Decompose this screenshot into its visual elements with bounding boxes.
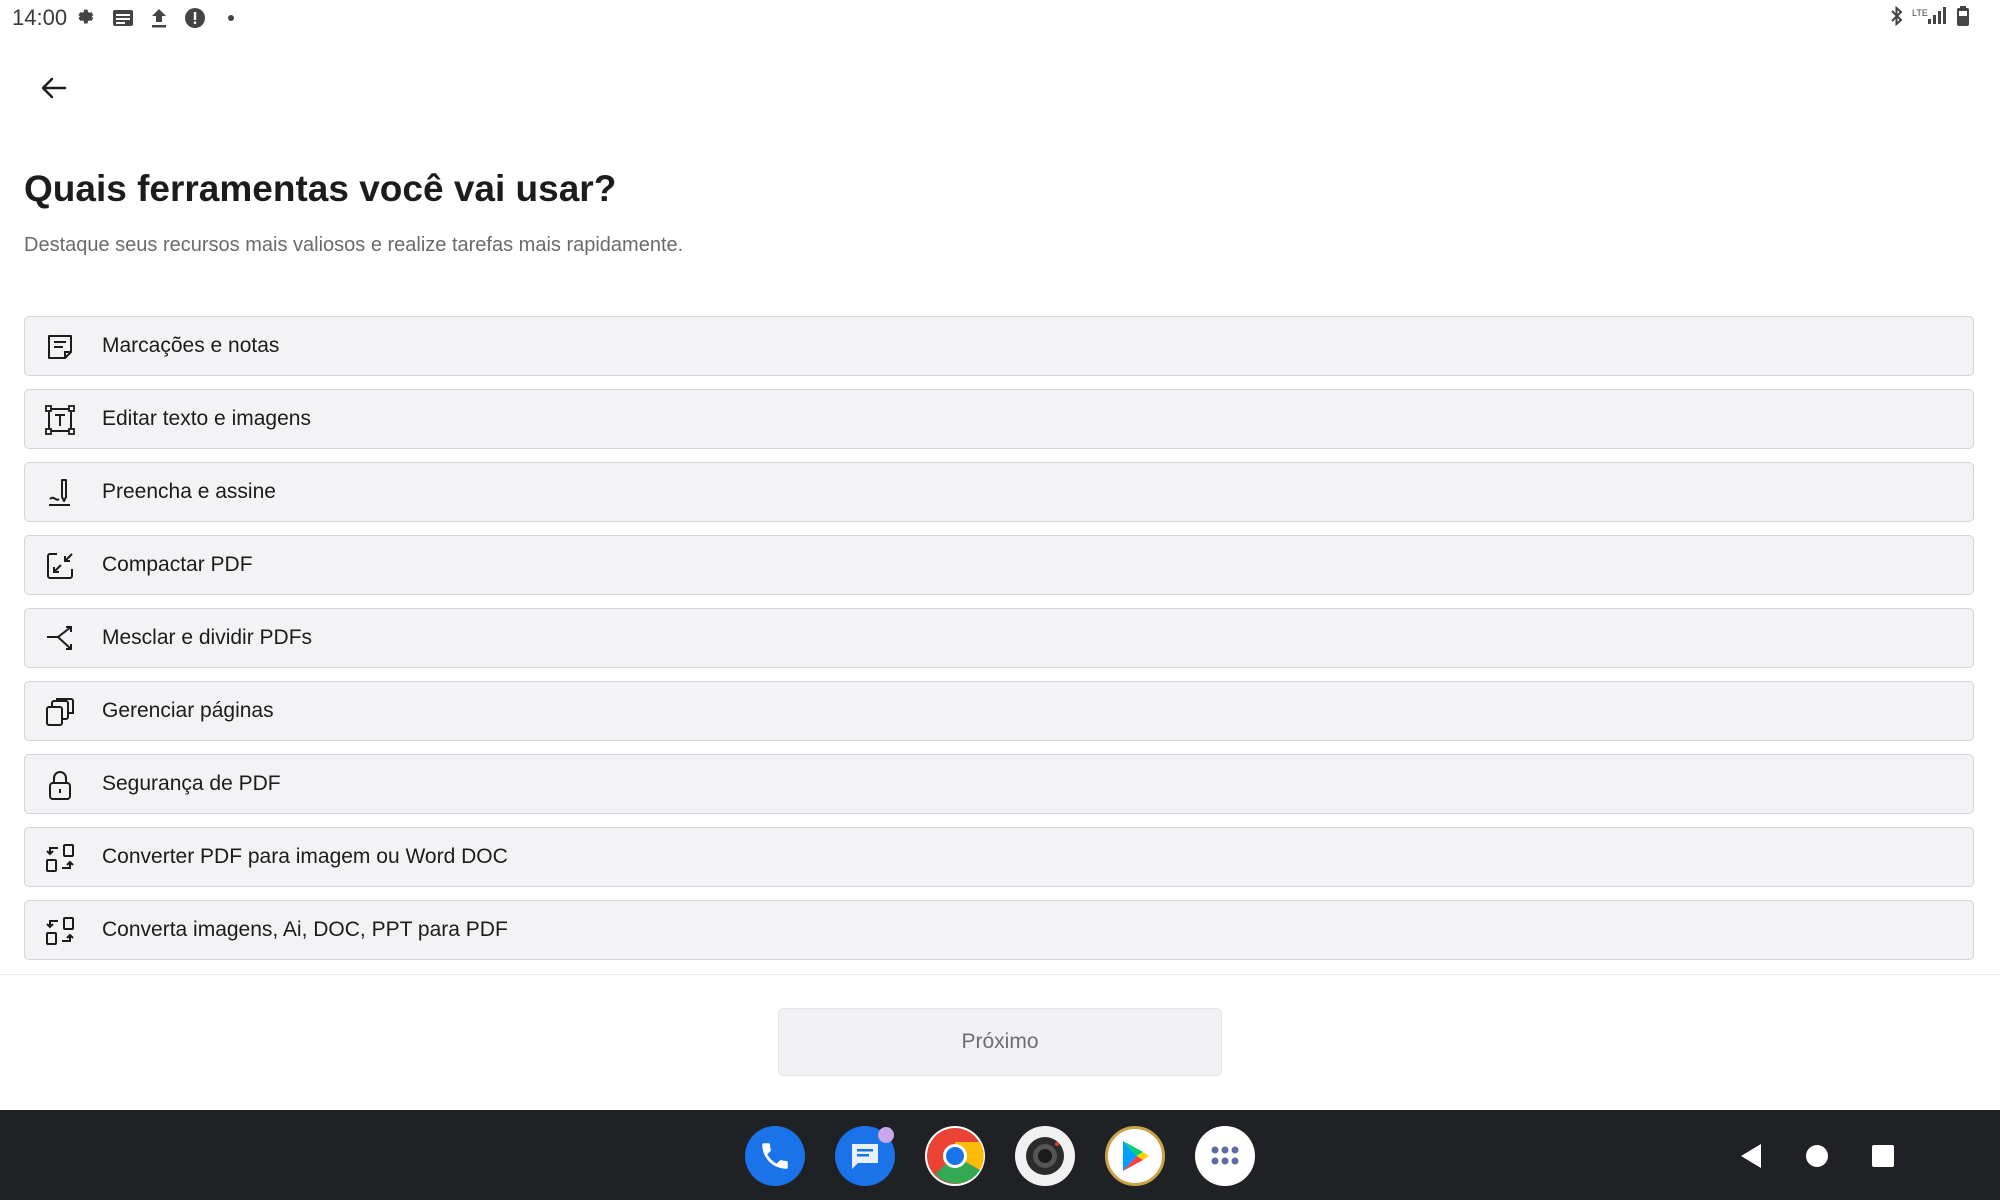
camera-app-icon[interactable] xyxy=(1015,1126,1075,1186)
tool-item-merge-split[interactable]: Mesclar e dividir PDFs xyxy=(24,608,1974,668)
compress-icon xyxy=(43,549,77,583)
lock-icon xyxy=(43,768,77,802)
status-time: 14:00 xyxy=(12,5,68,30)
tool-item-convert-to-pdf[interactable]: Converta imagens, Ai, DOC, PPT para PDF xyxy=(24,900,1974,960)
arrow-left-icon xyxy=(41,77,67,99)
tool-item-fill-sign[interactable]: Preencha e assine xyxy=(24,462,1974,522)
recents-key-icon[interactable] xyxy=(1867,1140,1899,1172)
pages-stack-icon xyxy=(43,695,77,729)
status-left-icons xyxy=(74,5,244,31)
tool-item-label: Converta imagens, Ai, DOC, PPT para PDF xyxy=(102,918,508,941)
app-drawer-icon[interactable] xyxy=(1195,1126,1255,1186)
tool-item-label: Compactar PDF xyxy=(102,553,253,576)
messages-app-icon[interactable] xyxy=(835,1126,895,1186)
tool-item-label: Gerenciar páginas xyxy=(102,699,274,722)
footer-divider xyxy=(0,974,2000,975)
status-right-icons: LTE xyxy=(1890,5,1970,27)
tool-item-markup-notes[interactable]: Marcações e notas xyxy=(24,316,1974,376)
merge-split-icon xyxy=(43,622,77,656)
page-title: Quais ferramentas você vai usar? xyxy=(24,168,617,209)
svg-text:LTE: LTE xyxy=(1912,8,1928,18)
tool-item-edit-text-images[interactable]: Editar texto e imagens xyxy=(24,389,1974,449)
phone-app-icon[interactable] xyxy=(745,1126,805,1186)
upload-icon xyxy=(146,5,172,31)
sign-pen-icon xyxy=(43,476,77,510)
note-icon xyxy=(43,330,77,364)
home-key-icon[interactable] xyxy=(1801,1140,1833,1172)
tool-item-label: Preencha e assine xyxy=(102,480,276,503)
gear-icon xyxy=(74,5,100,31)
dot-icon xyxy=(218,5,244,31)
tool-item-compress-pdf[interactable]: Compactar PDF xyxy=(24,535,1974,595)
bluetooth-icon xyxy=(1890,5,1904,27)
back-button[interactable] xyxy=(30,64,78,112)
alert-icon xyxy=(182,5,208,31)
tool-item-label: Marcações e notas xyxy=(102,334,280,357)
news-icon xyxy=(110,5,136,31)
next-button[interactable]: Próximo xyxy=(778,1008,1222,1076)
tool-item-manage-pages[interactable]: Gerenciar páginas xyxy=(24,681,1974,741)
tool-item-label: Mesclar e dividir PDFs xyxy=(102,626,313,649)
play-store-app-icon[interactable] xyxy=(1105,1126,1165,1186)
back-key-icon[interactable] xyxy=(1735,1140,1767,1172)
status-bar: 14:00 LTE xyxy=(0,0,2000,36)
page-subtitle: Destaque seus recursos mais valiosos e r… xyxy=(24,234,684,256)
chrome-app-icon[interactable] xyxy=(925,1126,985,1186)
convert-icon xyxy=(43,914,77,948)
text-box-icon xyxy=(43,403,77,437)
tool-item-convert-from-pdf[interactable]: Converter PDF para imagem ou Word DOC xyxy=(24,827,1974,887)
navigation-bar xyxy=(0,1110,2000,1200)
tool-item-label: Editar texto e imagens xyxy=(102,407,311,430)
tool-item-pdf-security[interactable]: Segurança de PDF xyxy=(24,754,1974,814)
battery-icon xyxy=(1956,5,1970,27)
lte-signal-icon: LTE xyxy=(1912,5,1948,27)
tool-item-label: Segurança de PDF xyxy=(102,772,281,795)
convert-icon xyxy=(43,841,77,875)
tool-item-label: Converter PDF para imagem ou Word DOC xyxy=(102,845,508,868)
